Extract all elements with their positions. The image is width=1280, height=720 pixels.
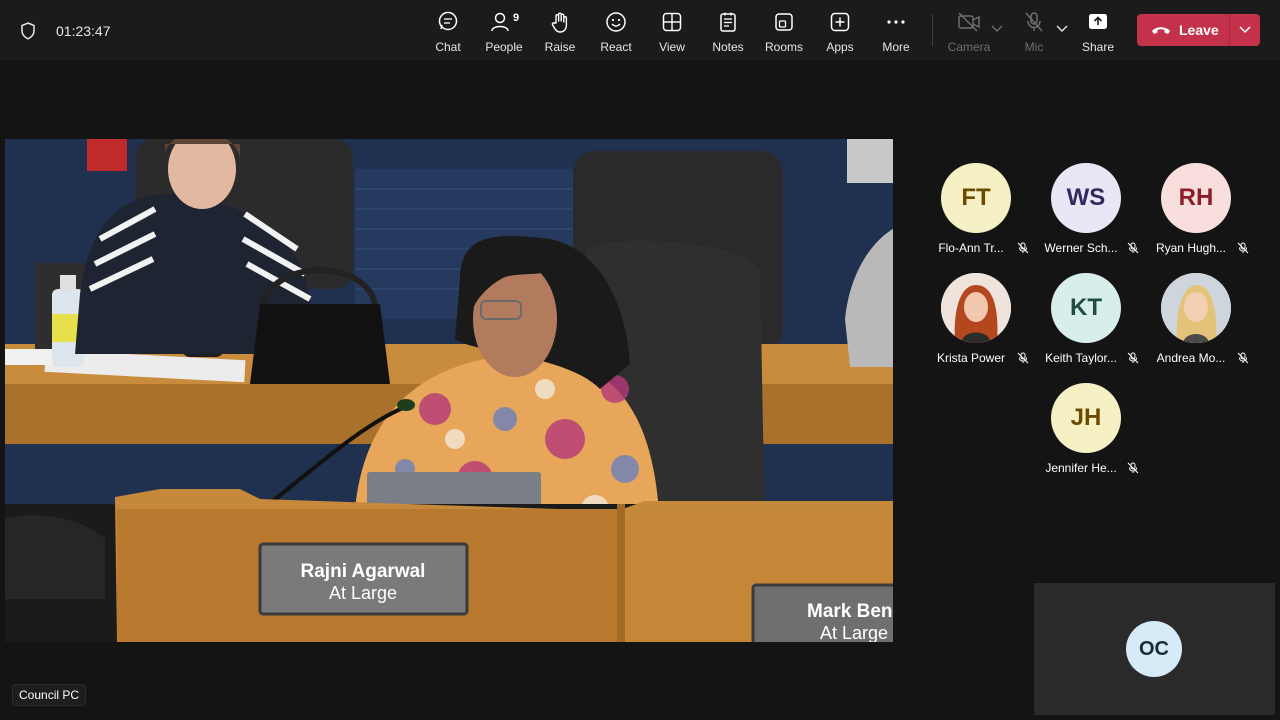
people-icon [491,12,509,32]
leave-label: Leave [1179,22,1219,38]
stage-name-label: Council PC [12,684,87,706]
mic-off-icon [1025,12,1043,32]
nameplate-mark-name: Mark Ben [807,601,893,622]
notes-button[interactable]: Notes [700,10,756,56]
chevron-down-icon[interactable] [1056,25,1068,33]
meeting-timer: 01:23:47 [56,23,111,39]
participant-name: Jennifer He... [1045,461,1117,475]
participant-name: Krista Power [936,351,1006,365]
shield-icon [21,22,35,40]
notes-icon [720,12,736,32]
camera-button[interactable]: Camera [941,10,997,56]
avatar: JH [1051,383,1121,453]
chat-icon [438,11,458,31]
self-view-tile[interactable]: OC [1034,583,1275,715]
camera-off-icon [958,12,980,32]
raise-hand-button[interactable]: Raise [532,10,588,56]
phone-icon [1152,27,1170,34]
share-icon [1089,14,1107,29]
leave-button-group: Leave [1137,14,1260,46]
main-video-stage: Rajni Agarwal At Large Mark Ben At Large [5,139,893,642]
view-button[interactable]: View [644,10,700,56]
rooms-icon [775,13,793,31]
raise-hand-icon [551,12,568,33]
participant-tile[interactable]: Andrea Mo... [1141,273,1251,373]
participant-tile[interactable]: KT Keith Taylor... [1031,273,1141,373]
mic-muted-icon [1237,352,1249,364]
participant-tile[interactable]: Krista Power [921,273,1031,373]
mic-muted-icon [1017,352,1029,364]
rooms-label: Rooms [764,40,803,54]
nameplate-rajni-name: Rajni Agarwal [301,561,426,582]
avatar-photo [1161,273,1231,343]
react-icon [606,12,626,32]
meeting-toolbar: 01:23:47 Chat 9 People Raise React View … [0,0,1280,60]
people-button[interactable]: 9 People [476,10,532,56]
participant-name: Andrea Mo... [1156,351,1226,365]
avatar: RH [1161,163,1231,233]
people-count: 9 [513,12,520,24]
more-label: More [882,40,910,54]
nameplate-mark-role: At Large [820,623,888,642]
more-button[interactable]: More [868,10,924,56]
profile-photo [941,273,1011,343]
mic-muted-icon [1127,462,1139,474]
react-label: React [600,40,632,54]
avatar-photo [941,273,1011,343]
mic-button[interactable]: Mic [1006,10,1062,56]
participant-name: Flo-Ann Tr... [938,241,1004,255]
rooms-button[interactable]: Rooms [756,10,812,56]
mic-label: Mic [1024,40,1044,54]
view-icon [662,12,682,32]
apps-label: Apps [826,40,854,54]
participant-name: Keith Taylor... [1045,351,1117,365]
avatar: KT [1051,273,1121,343]
nameplate-rajni-role: At Large [329,583,397,603]
more-icon [887,20,905,24]
participant-tile[interactable]: JH Jennifer He... [1031,383,1141,483]
council-chamber-video: Rajni Agarwal At Large Mark Ben At Large [5,139,893,642]
participant-name: Werner Sch... [1044,241,1118,255]
share-label: Share [1081,40,1115,54]
participant-tile[interactable]: FT Flo-Ann Tr... [921,163,1031,263]
view-label: View [659,40,685,54]
camera-label: Camera [947,40,991,54]
mic-muted-icon [1127,352,1139,364]
participant-tile[interactable]: RH Ryan Hugh... [1141,163,1251,263]
chevron-down-icon [1239,26,1251,34]
mic-muted-icon [1017,242,1029,254]
share-button[interactable]: Share [1070,10,1126,56]
apps-icon [830,12,850,32]
people-label: People [485,40,523,54]
toolbar-divider [932,14,933,46]
self-avatar: OC [1126,621,1182,677]
chat-label: Chat [435,40,461,54]
profile-photo [1161,273,1231,343]
avatar: FT [941,163,1011,233]
mic-muted-icon [1237,242,1249,254]
react-button[interactable]: React [588,10,644,56]
raise-label: Raise [544,40,576,54]
chat-button[interactable]: Chat [420,10,476,56]
notes-label: Notes [712,40,744,54]
chevron-down-icon[interactable] [991,25,1003,33]
avatar: WS [1051,163,1121,233]
leave-options-button[interactable] [1230,14,1260,46]
mic-muted-icon [1127,242,1139,254]
apps-button[interactable]: Apps [812,10,868,56]
leave-button[interactable]: Leave [1137,14,1229,46]
participant-name: Ryan Hugh... [1155,241,1227,255]
participant-tile[interactable]: WS Werner Sch... [1031,163,1141,263]
